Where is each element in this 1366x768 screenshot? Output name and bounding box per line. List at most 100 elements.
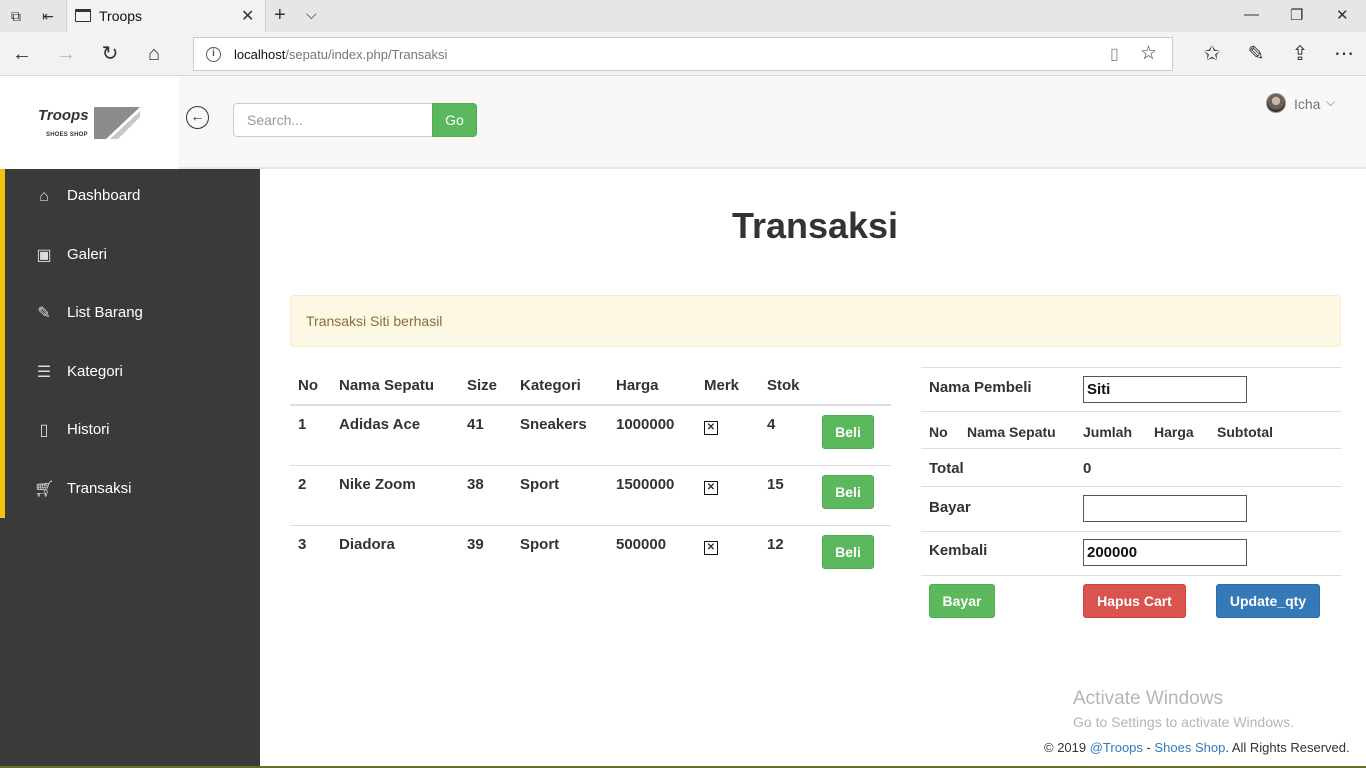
logo-text: Troops (38, 107, 89, 124)
cart-header-row: No Nama Sepatu Jumlah Harga Subtotal (921, 412, 1341, 449)
footer-separator: - (1142, 740, 1155, 755)
update-qty-button[interactable]: Update_qty (1216, 584, 1320, 618)
sidebar-item-label: Kategori (67, 363, 123, 380)
activation-watermark-title: Activate Windows (1073, 688, 1223, 709)
column-header: Nama Sepatu (967, 424, 1056, 440)
bayar-button[interactable]: Bayar (929, 584, 995, 618)
address-bar[interactable]: i localhost/sepatu/index.php/Transaksi ▯… (193, 37, 1173, 71)
footer: © 2019 @Troops - Shoes Shop. All Rights … (1044, 740, 1350, 755)
cart-panel: Nama Pembeli No Nama Sepatu Jumlah Harga… (921, 367, 1341, 626)
image-icon: ▣ (36, 247, 52, 264)
buyer-row: Nama Pembeli (921, 368, 1341, 412)
page-title: Transaksi (731, 205, 899, 246)
reading-view-icon[interactable]: ▯ (1110, 44, 1119, 64)
browser-tab[interactable]: Troops ✕ (66, 0, 266, 32)
footer-link-shoes-shop[interactable]: Shoes Shop (1154, 740, 1225, 755)
table-row: 2 Nike Zoom 38 Sport 1500000 ✕ 15 Beli (290, 465, 891, 526)
chevron-down-icon[interactable]: ⌵ (306, 6, 317, 23)
set-aside-tabs-icon[interactable]: ⇤ (40, 8, 56, 24)
kembali-label: Kembali (929, 542, 988, 559)
sidebar-item-label: Galeri (67, 246, 108, 263)
close-window-icon[interactable]: ✕ (1336, 6, 1349, 24)
cell-kategori: Sneakers (512, 405, 608, 466)
hapus-cart-button[interactable]: Hapus Cart (1083, 584, 1186, 618)
column-header: Nama Sepatu (331, 367, 459, 406)
sidebar-item-label: Dashboard (67, 187, 141, 204)
column-header: Subtotal (1217, 424, 1273, 440)
back-icon[interactable]: ← (10, 42, 34, 66)
sidebar-item-label: Transaksi (67, 480, 132, 497)
restore-icon[interactable]: ❐ (1290, 6, 1303, 24)
beli-button[interactable]: Beli (822, 415, 874, 449)
pen-icon[interactable]: ✎ (1244, 42, 1268, 66)
go-button[interactable]: Go (432, 103, 477, 137)
url-text[interactable]: localhost/sepatu/index.php/Transaksi (234, 47, 447, 62)
buyer-name-input[interactable] (1083, 376, 1247, 403)
buyer-label: Nama Pembeli (929, 379, 1032, 396)
logo[interactable]: Troops SHOES SHOP (0, 77, 178, 169)
info-icon[interactable]: i (206, 47, 221, 62)
cart-actions: Bayar Hapus Cart Update_qty (921, 576, 1341, 626)
cell-harga: 1000000 (608, 405, 696, 466)
total-label: Total (929, 460, 964, 477)
total-row: Total 0 (921, 449, 1341, 487)
favorites-icon[interactable]: ✩ (1200, 42, 1224, 66)
cell-harga: 1500000 (608, 465, 696, 526)
page-icon (75, 9, 91, 22)
browser-toolbar: ← → ↻ ⌂ i localhost/sepatu/index.php/Tra… (0, 32, 1366, 76)
table-row: 1 Adidas Ace 41 Sneakers 1000000 ✕ 4 Bel… (290, 405, 891, 466)
share-icon[interactable]: ⇪ (1288, 42, 1312, 66)
cell-size: 41 (459, 405, 512, 466)
home-icon[interactable]: ⌂ (142, 42, 166, 66)
browser-tab-bar: ⧉ ⇤ Troops ✕ + ⌵ — ❐ ✕ (0, 0, 1366, 32)
footer-link-troops[interactable]: @Troops (1090, 740, 1143, 755)
sidebar-item-label: List Barang (67, 304, 143, 321)
activation-watermark-text: Go to Settings to activate Windows. (1073, 714, 1294, 730)
forward-icon[interactable]: → (54, 42, 78, 66)
more-icon[interactable]: ⋯ (1332, 42, 1356, 66)
sidebar-item-histori[interactable]: ▯ Histori (5, 403, 260, 461)
column-header: Stok (759, 367, 814, 406)
sidebar-toggle-icon[interactable]: ← (186, 106, 209, 129)
broken-image-icon: ✕ (704, 540, 718, 555)
tab-actions-icon[interactable]: ⧉ (8, 8, 24, 24)
new-tab-icon[interactable]: + (274, 4, 286, 27)
column-header: Merk (696, 367, 759, 406)
cell-stok: 12 (767, 535, 784, 553)
logo-subtitle: SHOES SHOP (46, 132, 88, 138)
success-alert: Transaksi Siti berhasil (290, 295, 1341, 347)
refresh-icon[interactable]: ↻ (98, 42, 122, 66)
search-input[interactable] (233, 103, 433, 137)
kembali-input[interactable] (1083, 539, 1247, 566)
sidebar-item-transaksi[interactable]: 🛒︎ Transaksi (5, 462, 260, 520)
sidebar-item-dashboard[interactable]: ⌂ Dashboard (5, 169, 260, 227)
column-header: Jumlah (1083, 424, 1133, 440)
table-row: 3 Diadora 39 Sport 500000 ✕ 12 Beli (290, 525, 891, 585)
beli-button[interactable]: Beli (822, 534, 874, 569)
cell-action: Beli (814, 465, 891, 526)
footer-rights: . All Rights Reserved. (1225, 740, 1350, 755)
sidebar-item-kategori[interactable]: ☰ Kategori (5, 345, 260, 403)
bayar-input[interactable] (1083, 495, 1247, 522)
sidebar-item-label: Histori (67, 421, 110, 438)
book-icon: ▯ (39, 422, 49, 439)
cell-stok: 15 (759, 465, 814, 526)
main-content: Transaksi Transaksi Siti berhasil No Nam… (260, 169, 1366, 768)
cell-no: 1 (290, 405, 331, 466)
beli-button[interactable]: Beli (822, 474, 874, 509)
cell-size: 39 (467, 535, 484, 553)
sidebar: ⌂ Dashboard ▣ Galeri ✎ List Barang ☰ Kat… (0, 169, 260, 768)
favorite-star-icon[interactable]: ☆ (1140, 42, 1157, 65)
sidebar-item-galeri[interactable]: ▣ Galeri (5, 228, 260, 286)
close-tab-icon[interactable]: ✕ (241, 6, 254, 26)
avatar (1266, 93, 1286, 113)
column-header: Harga (608, 367, 696, 406)
footer-copyright: © 2019 (1044, 740, 1090, 755)
cell-harga: 500000 (616, 535, 667, 553)
app-header: Troops SHOES SHOP ← Go Icha ⌵ (0, 77, 1366, 169)
minimize-icon[interactable]: — (1244, 6, 1259, 23)
broken-image-icon: ✕ (704, 480, 718, 495)
tab-title: Troops (99, 8, 143, 24)
column-header: No (929, 424, 948, 440)
sidebar-item-list-barang[interactable]: ✎ List Barang (5, 286, 260, 344)
